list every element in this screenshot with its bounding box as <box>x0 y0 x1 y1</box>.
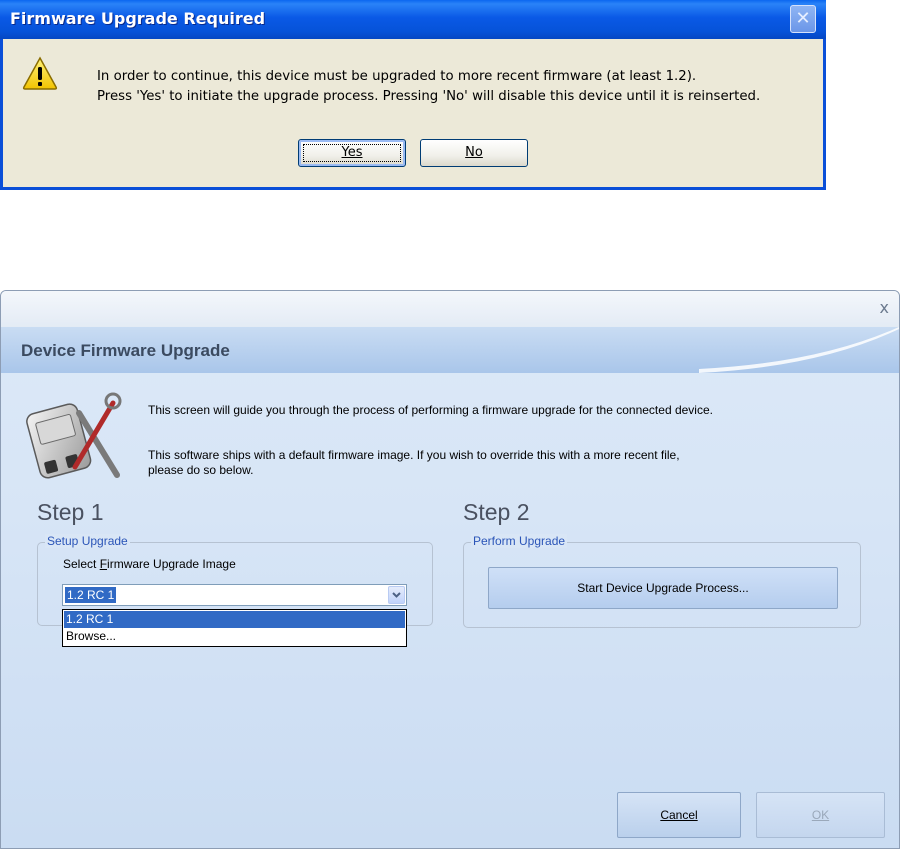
cancel-button-label: Cancel <box>660 808 698 822</box>
header-swoosh <box>699 327 899 373</box>
window-close-icon[interactable]: x <box>880 298 889 317</box>
ok-button-label: OK <box>811 808 830 822</box>
firmware-required-dialog: Firmware Upgrade Required ✕ In order to … <box>0 0 826 190</box>
dialog-title: Firmware Upgrade Required <box>10 9 266 28</box>
warning-icon <box>22 56 58 90</box>
yes-button[interactable]: Yes <box>298 139 406 167</box>
start-upgrade-button[interactable]: Start Device Upgrade Process... <box>488 567 838 609</box>
dropdown-option-browse[interactable]: Browse... <box>64 628 405 645</box>
ok-button[interactable]: OK <box>756 792 885 838</box>
dialog-titlebar[interactable]: Firmware Upgrade Required ✕ <box>0 0 826 39</box>
select-image-label: Select Firmware Upgrade Image <box>63 557 236 571</box>
intro-text-2: This software ships with a default firmw… <box>148 448 680 462</box>
combobox-selected-value: 1.2 RC 1 <box>65 587 117 603</box>
close-icon[interactable]: ✕ <box>790 5 816 33</box>
chevron-down-icon[interactable] <box>388 586 405 604</box>
no-button-label: No <box>465 145 483 160</box>
firmware-image-dropdown-list: 1.2 RC 1 Browse... <box>62 609 407 647</box>
cancel-button[interactable]: Cancel <box>617 792 741 838</box>
perform-upgrade-label: Perform Upgrade <box>471 534 568 548</box>
intro-text-3: please do so below. <box>148 463 254 477</box>
dialog-message-line1: In order to continue, this device must b… <box>97 69 697 84</box>
dropdown-option-1-2-rc-1[interactable]: 1.2 RC 1 <box>64 611 405 628</box>
firmware-image-combobox[interactable]: 1.2 RC 1 <box>62 584 407 606</box>
dialog-message: In order to continue, this device must b… <box>97 67 760 107</box>
window-header: Device Firmware Upgrade <box>1 327 899 373</box>
intro-text-1: This screen will guide you through the p… <box>148 403 713 417</box>
setup-upgrade-label: Setup Upgrade <box>45 534 130 548</box>
dialog-message-line2: Press 'Yes' to initiate the upgrade proc… <box>97 89 761 104</box>
device-firmware-upgrade-window: x Device Firmware Upgrade This screen wi… <box>0 290 900 849</box>
step1-heading: Step 1 <box>37 499 104 525</box>
window-topbar[interactable]: x <box>1 291 899 327</box>
window-title: Device Firmware Upgrade <box>21 341 230 360</box>
start-upgrade-button-label: Start Device Upgrade Process... <box>577 581 749 595</box>
no-button[interactable]: No <box>420 139 528 167</box>
step2-heading: Step 2 <box>463 499 530 525</box>
device-tools-icon <box>26 392 122 479</box>
